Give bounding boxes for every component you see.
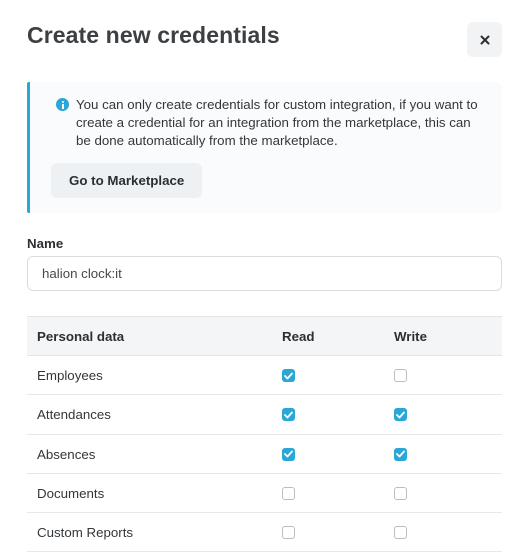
checkmark-icon bbox=[396, 450, 405, 458]
column-header-personal-data: Personal data bbox=[37, 329, 125, 344]
read-checkbox[interactable] bbox=[282, 369, 295, 382]
read-checkbox[interactable] bbox=[282, 447, 295, 461]
go-to-marketplace-button[interactable]: Go to Marketplace bbox=[51, 163, 203, 198]
write-checkbox[interactable] bbox=[394, 408, 407, 422]
close-button[interactable] bbox=[467, 22, 502, 57]
row-label: Attendances bbox=[37, 407, 111, 423]
name-label: Name bbox=[27, 236, 64, 251]
checkmark-icon bbox=[396, 411, 405, 419]
name-input[interactable] bbox=[27, 256, 502, 291]
read-checkbox[interactable] bbox=[282, 408, 295, 422]
table-row: Custom Reports bbox=[27, 513, 502, 553]
read-checkbox[interactable] bbox=[282, 526, 295, 540]
create-credentials-dialog: Create new credentials You can only crea… bbox=[0, 0, 510, 555]
info-icon bbox=[56, 98, 69, 111]
table-header: Personal data Read Write bbox=[27, 316, 502, 356]
write-checkbox[interactable] bbox=[394, 447, 407, 461]
row-label: Absences bbox=[37, 446, 96, 462]
permissions-table: Personal data Read Write Employees Attend… bbox=[27, 316, 502, 553]
column-header-read: Read bbox=[282, 329, 315, 344]
table-row: Employees bbox=[27, 356, 502, 396]
row-label: Custom Reports bbox=[37, 525, 134, 541]
row-label: Employees bbox=[37, 368, 103, 383]
write-checkbox[interactable] bbox=[394, 369, 407, 382]
write-checkbox[interactable] bbox=[394, 486, 407, 500]
info-message: You can only create credentials for cust… bbox=[76, 97, 478, 148]
read-checkbox[interactable] bbox=[282, 486, 295, 500]
table-row: Documents bbox=[27, 474, 502, 514]
column-header-write: Write bbox=[394, 329, 428, 344]
write-checkbox[interactable] bbox=[394, 526, 407, 540]
row-label: Documents bbox=[37, 485, 105, 501]
checkmark-icon bbox=[284, 450, 293, 458]
checkmark-icon bbox=[284, 411, 293, 419]
checkmark-icon bbox=[284, 372, 293, 379]
table-row: Attendances bbox=[27, 395, 502, 435]
info-callout: You can only create credentials for cust… bbox=[27, 82, 502, 213]
table-row: Absences bbox=[27, 435, 502, 474]
dialog-title: Create new credentials bbox=[27, 22, 280, 48]
close-icon bbox=[480, 35, 489, 44]
